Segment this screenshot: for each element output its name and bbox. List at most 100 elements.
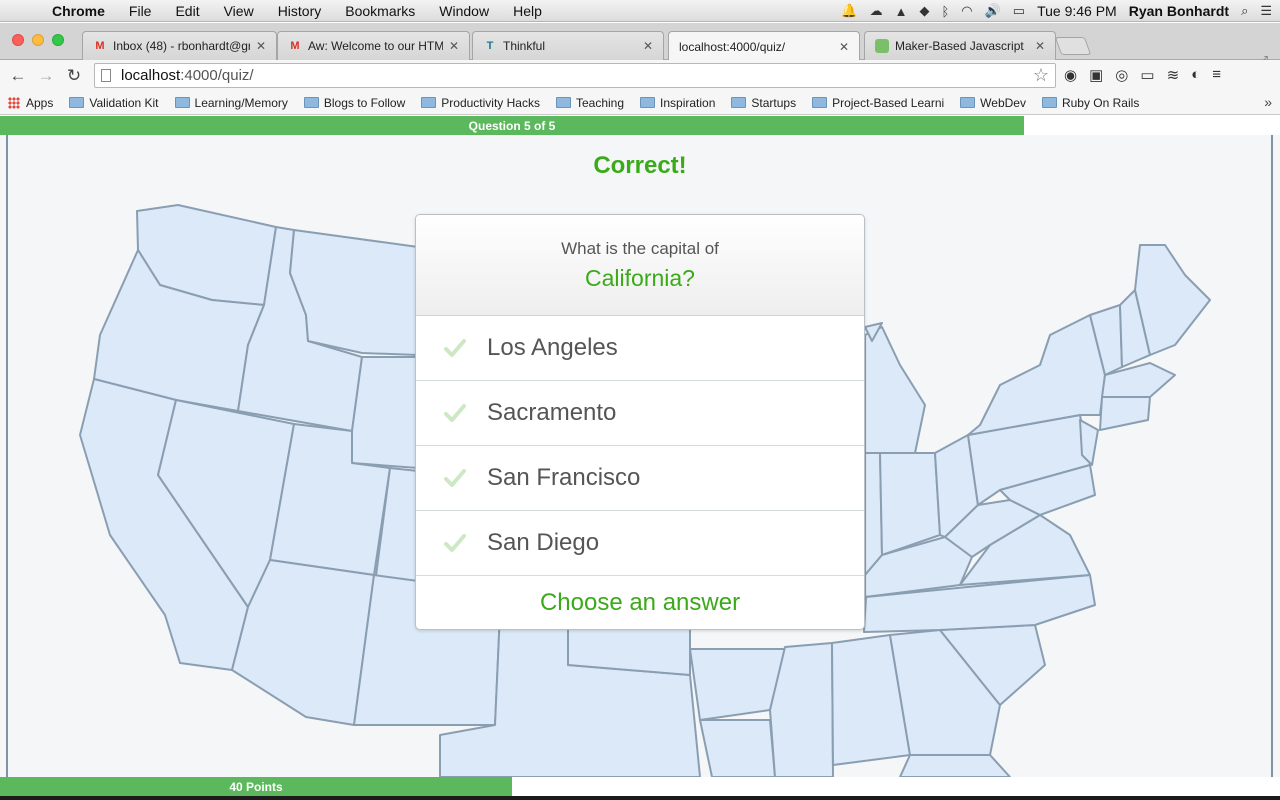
bluetooth-icon[interactable]: ᛒ — [941, 4, 949, 19]
more-bookmarks-chevron-icon[interactable]: » — [1264, 94, 1272, 110]
maker-icon — [875, 39, 889, 53]
bookmark-folder[interactable]: Inspiration — [640, 96, 715, 110]
notifications-icon[interactable]: 🔔 — [841, 3, 857, 19]
wifi-icon[interactable]: ◠ — [961, 3, 972, 19]
menu-edit[interactable]: Edit — [163, 3, 211, 19]
question-prefix: What is the capital of — [561, 239, 719, 258]
folder-icon — [421, 97, 437, 108]
forward-arrow-icon[interactable]: → — [32, 66, 60, 86]
chrome-menu-icon[interactable]: ≡ — [1212, 66, 1221, 84]
bookmark-folder[interactable]: Project-Based Learni — [812, 96, 944, 110]
question-header: What is the capital of California? — [416, 215, 864, 316]
url-host: localhost — [121, 67, 181, 84]
map-state-florida — [899, 754, 1011, 777]
folder-icon — [731, 97, 747, 108]
map-state-louisiana — [699, 719, 776, 777]
close-tab-icon[interactable]: ✕ — [256, 39, 266, 53]
answer-option[interactable]: San Diego — [416, 511, 864, 576]
bookmark-folder[interactable]: WebDev — [960, 96, 1026, 110]
question-state: California? — [585, 265, 695, 291]
bookmark-folder[interactable]: Validation Kit — [69, 96, 159, 110]
bookmark-folder[interactable]: Blogs to Follow — [303, 96, 405, 110]
answer-label: San Francisco — [487, 464, 641, 491]
menubar-clock[interactable]: Tue 9:46 PM — [1037, 3, 1117, 19]
menu-window[interactable]: Window — [427, 3, 501, 19]
buffer-icon[interactable]: ≋ — [1167, 66, 1180, 84]
tab-gmail-message[interactable]: M Aw: Welcome to our HTML ✕ — [277, 31, 470, 60]
spotlight-search-icon[interactable]: ⌕ — [1241, 3, 1248, 19]
bookmark-folder[interactable]: Ruby On Rails — [1041, 96, 1139, 110]
folder-icon — [812, 97, 828, 108]
bookmark-folder[interactable]: Teaching — [555, 96, 624, 110]
gmail-icon: M — [290, 40, 300, 52]
bookmark-star-icon[interactable]: ☆ — [1033, 65, 1049, 86]
check-icon — [444, 534, 466, 552]
dropbox-icon[interactable]: ◆ — [919, 3, 929, 19]
close-tab-icon[interactable]: ✕ — [1035, 39, 1045, 53]
menu-history[interactable]: History — [266, 3, 334, 19]
bookmark-folder[interactable]: Startups — [731, 96, 796, 110]
folder-icon — [640, 97, 656, 108]
tab-title: Inbox (48) - rbonhardt@gr — [113, 39, 250, 53]
folder-icon — [174, 97, 190, 108]
question-progress-label: Question 5 of 5 — [468, 118, 556, 133]
close-window-button[interactable] — [12, 34, 24, 46]
tab-title: Aw: Welcome to our HTML — [308, 39, 443, 53]
folder-icon — [960, 97, 976, 108]
bookmark-apps[interactable]: Apps — [8, 96, 53, 110]
points-bar: 40 Points — [0, 777, 1280, 796]
question-progress-bar: Question 5 of 5 — [0, 116, 1280, 135]
incognito-mask-icon[interactable]: ◉ — [1064, 66, 1077, 84]
answer-option[interactable]: San Francisco — [416, 446, 864, 511]
apps-grid-icon — [8, 96, 20, 109]
menu-app-chrome[interactable]: Chrome — [40, 3, 117, 19]
folder-icon — [69, 97, 85, 108]
zoom-window-button[interactable] — [52, 34, 64, 46]
menu-help[interactable]: Help — [501, 3, 554, 19]
tab-maker-javascript[interactable]: Maker-Based Javascript ✕ — [864, 31, 1056, 60]
address-bar[interactable]: localhost:4000/quiz/ ☆ — [94, 63, 1056, 88]
url-path: :4000/quiz/ — [180, 67, 254, 84]
answer-option[interactable]: Sacramento — [416, 381, 864, 446]
cast-icon[interactable]: ▭ — [1140, 66, 1154, 84]
close-tab-icon[interactable]: ✕ — [839, 40, 849, 54]
bookmarks-bar: Apps Validation Kit Learning/Memory Blog… — [0, 91, 1280, 115]
check-icon — [444, 339, 466, 357]
bookmark-folder[interactable]: Learning/Memory — [174, 96, 288, 110]
minimize-window-button[interactable] — [32, 34, 44, 46]
close-tab-icon[interactable]: ✕ — [449, 39, 459, 53]
tab-title: localhost:4000/quiz/ — [679, 39, 786, 54]
menu-bookmarks[interactable]: Bookmarks — [333, 3, 427, 19]
back-arrow-icon[interactable]: ← — [4, 66, 32, 86]
map-state-connecticut — [1099, 396, 1151, 431]
answer-option[interactable]: Los Angeles — [416, 316, 864, 381]
folder-icon — [555, 97, 571, 108]
folder-icon — [303, 97, 319, 108]
tab-localhost-quiz[interactable]: localhost:4000/quiz/ ✕ — [668, 31, 860, 61]
evernote-icon[interactable]: ◐ — [1191, 66, 1200, 84]
macos-menu-bar: Chrome File Edit View History Bookmarks … — [0, 0, 1280, 22]
close-tab-icon[interactable]: ✕ — [643, 39, 653, 53]
answer-label: Sacramento — [487, 399, 617, 426]
reload-icon[interactable]: ↻ — [60, 66, 88, 86]
menu-file[interactable]: File — [117, 3, 164, 19]
color-picker-icon[interactable]: ◎ — [1115, 66, 1128, 84]
battery-icon[interactable]: ▭ — [1013, 3, 1025, 19]
cloud-icon[interactable]: ☁ — [870, 3, 883, 19]
tab-gmail-inbox[interactable]: M Inbox (48) - rbonhardt@gr ✕ — [82, 31, 277, 60]
answer-label: San Diego — [487, 529, 600, 556]
quiz-page: Question 5 of 5 Correct! What is the cap… — [0, 116, 1280, 800]
window-resizer-icon[interactable]: ▣ — [1089, 66, 1103, 84]
menubar-user[interactable]: Ryan Bonhardt — [1129, 3, 1229, 19]
new-tab-button[interactable] — [1054, 37, 1092, 55]
volume-icon[interactable]: 🔊 — [985, 3, 1001, 19]
tab-thinkful[interactable]: T Thinkful ✕ — [472, 31, 664, 60]
menu-view[interactable]: View — [212, 3, 266, 19]
notification-center-icon[interactable]: ☰ — [1260, 3, 1272, 19]
bookmark-folder[interactable]: Productivity Hacks — [421, 96, 540, 110]
choose-answer-prompt: Choose an answer — [539, 589, 741, 616]
points-label: 40 Points — [229, 779, 283, 794]
answer-label: Los Angeles — [487, 334, 618, 361]
drive-icon[interactable]: ▲ — [895, 4, 908, 19]
folder-icon — [1041, 97, 1057, 108]
